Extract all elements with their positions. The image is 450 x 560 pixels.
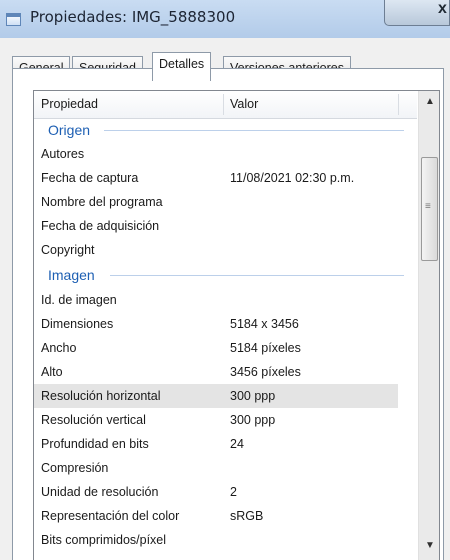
grip-icon: ≡: [425, 201, 431, 212]
list-item[interactable]: Dimensiones 5184 x 3456: [34, 312, 417, 336]
property-value: 24: [230, 437, 244, 451]
property-name: Compresión: [41, 461, 109, 475]
list-item[interactable]: Bits comprimidos/píxel: [34, 528, 417, 552]
list-item-selected[interactable]: Resolución horizontal 300 ppp: [34, 384, 398, 408]
vertical-scrollbar[interactable]: ▲ ≡ ▼: [418, 91, 439, 560]
property-value: 300 ppp: [230, 389, 276, 403]
property-name: Fecha de adquisición: [41, 219, 160, 233]
group-label: Origen: [48, 122, 91, 138]
tab-detalles[interactable]: Detalles: [152, 52, 212, 81]
property-name: Unidad de resolución: [41, 485, 159, 499]
property-value: 5184 píxeles: [230, 341, 301, 355]
list-item[interactable]: Fecha de captura 11/08/2021 02:30 p.m.: [34, 166, 417, 190]
scroll-down-arrow-icon[interactable]: ▼: [419, 535, 439, 557]
property-name: Bits comprimidos/píxel: [41, 533, 167, 547]
property-name: Resolución horizontal: [41, 389, 161, 403]
property-name: Alto: [41, 365, 63, 379]
window-title: Propiedades: IMG_5888300: [30, 8, 236, 26]
column-divider[interactable]: [223, 94, 224, 115]
property-name: Dimensiones: [41, 317, 114, 331]
property-value: 11/08/2021 02:30 p.m.: [230, 171, 355, 185]
property-name: Autores: [41, 147, 85, 161]
property-name: Fecha de captura: [41, 171, 139, 185]
scrollbar-thumb[interactable]: ≡: [421, 157, 438, 261]
property-name: Id. de imagen: [41, 293, 117, 307]
title-bar: Propiedades: IMG_5888300 x: [0, 0, 450, 39]
group-divider: [104, 130, 404, 131]
property-name: Ancho: [41, 341, 77, 355]
list-item[interactable]: Copyright: [34, 238, 417, 262]
window-icon: [6, 13, 21, 26]
list-item[interactable]: Profundidad en bits 24: [34, 432, 417, 456]
list-item[interactable]: Fecha de adquisición: [34, 214, 417, 238]
group-divider: [110, 275, 404, 276]
property-name: Nombre del programa: [41, 195, 163, 209]
properties-list[interactable]: Propiedad Valor Origen Autores Fecha de …: [33, 90, 440, 560]
list-item[interactable]: Representación del color sRGB: [34, 504, 417, 528]
group-label: Imagen: [48, 267, 95, 283]
list-item[interactable]: Nombre del programa: [34, 190, 417, 214]
column-headers: Propiedad Valor: [34, 91, 417, 119]
column-header-value[interactable]: Valor: [230, 91, 258, 118]
list-item[interactable]: Resolución vertical 300 ppp: [34, 408, 417, 432]
group-header-origen: Origen: [34, 118, 417, 142]
list-item[interactable]: Autores: [34, 142, 417, 166]
list-item[interactable]: Compresión: [34, 456, 417, 480]
column-divider[interactable]: [398, 94, 399, 115]
property-value: 5184 x 3456: [230, 317, 299, 331]
property-value: 300 ppp: [230, 413, 276, 427]
scroll-up-arrow-icon[interactable]: ▲: [419, 91, 439, 113]
property-value: 3456 píxeles: [230, 365, 301, 379]
list-item[interactable]: Ancho 5184 píxeles: [34, 336, 417, 360]
property-name: Copyright: [41, 243, 95, 257]
list-item[interactable]: Id. de imagen: [34, 288, 417, 312]
list-item[interactable]: Alto 3456 píxeles: [34, 360, 417, 384]
column-header-property[interactable]: Propiedad: [41, 91, 98, 118]
property-name: Profundidad en bits: [41, 437, 149, 451]
group-header-imagen: Imagen: [34, 263, 417, 287]
property-name: Representación del color: [41, 509, 180, 523]
property-value: 2: [230, 485, 237, 499]
list-item[interactable]: Unidad de resolución 2: [34, 480, 417, 504]
close-button[interactable]: x: [384, 0, 450, 26]
property-name: Resolución vertical: [41, 413, 146, 427]
close-icon: x: [438, 0, 447, 17]
property-value: sRGB: [230, 509, 264, 523]
